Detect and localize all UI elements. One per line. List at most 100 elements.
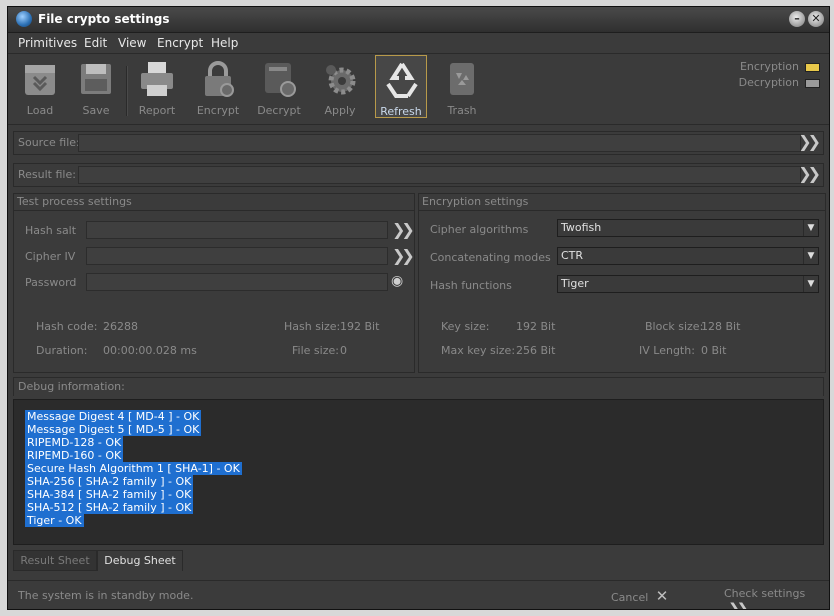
hash-functions-label: Hash functions	[430, 279, 512, 292]
test-process-panel: Test process settings Hash salt ❯❯ Ciphe…	[13, 193, 415, 373]
decryption-indicator-label: Decryption	[738, 76, 799, 89]
save-label: Save	[82, 104, 110, 117]
debug-log[interactable]: Message Digest 4 [ MD-4 ] - OK Message D…	[13, 399, 824, 545]
close-button[interactable]: ✕	[808, 11, 824, 27]
menu-view[interactable]: View	[118, 36, 146, 50]
browse-source-icon[interactable]: ❯❯	[798, 132, 821, 151]
chevron-down-icon: ▼	[803, 276, 818, 292]
apply-label: Apply	[324, 104, 356, 117]
password-label: Password	[25, 276, 77, 289]
result-file-field[interactable]	[78, 166, 801, 184]
report-button[interactable]: Report	[131, 55, 183, 118]
chevron-down-icon: ▼	[803, 220, 818, 236]
encryption-indicator-label: Encryption	[739, 60, 799, 73]
hash-functions-value: Tiger	[561, 277, 589, 290]
decryption-led-icon	[805, 78, 820, 88]
debug-line: Tiger - OK	[25, 514, 84, 527]
menu-bar: Primitives Edit View Encrypt Help	[8, 33, 829, 54]
debug-title: Debug information:	[18, 380, 125, 393]
printer-icon	[141, 62, 173, 96]
cipher-algorithms-value: Twofish	[561, 221, 602, 234]
cancel-button[interactable]: Cancel ✕	[611, 587, 668, 605]
trash-icon	[450, 63, 474, 95]
cipher-iv-next-icon[interactable]: ❯❯	[392, 246, 415, 265]
cipher-iv-label: Cipher IV	[25, 250, 76, 263]
save-button[interactable]: Save	[70, 55, 122, 118]
block-size-value: 128 Bit	[701, 320, 741, 333]
encryption-led-icon	[805, 62, 820, 72]
main-window: File crypto settings – ✕ Primitives Edit…	[7, 6, 830, 610]
close-icon: ✕	[655, 587, 669, 605]
result-file-label: Result file:	[18, 168, 76, 181]
app-logo-icon	[16, 11, 32, 27]
hash-salt-next-icon[interactable]: ❯❯	[392, 220, 415, 239]
debug-line: Message Digest 4 [ MD-4 ] - OK	[25, 410, 202, 423]
debug-line: SHA-384 [ SHA-2 family ] - OK	[25, 488, 194, 501]
max-key-size-value: 256 Bit	[516, 344, 556, 357]
cipher-algorithms-label: Cipher algorithms	[430, 223, 529, 236]
toolbar: Load Save Report Encrypt Decrypt Apply R…	[8, 54, 829, 125]
decrypt-label: Decrypt	[257, 104, 301, 117]
encrypt-label: Encrypt	[196, 104, 240, 117]
password-field[interactable]	[86, 273, 388, 291]
load-icon	[25, 65, 55, 95]
check-settings-button[interactable]: Check settings ❯❯	[724, 587, 829, 609]
encryption-indicator: Encryption	[740, 60, 820, 73]
source-file-field[interactable]	[78, 134, 801, 152]
hash-salt-field[interactable]	[86, 221, 388, 239]
load-label: Load	[26, 104, 54, 117]
toolbar-separator	[126, 66, 128, 116]
report-label: Report	[138, 104, 176, 117]
source-file-label: Source file:	[18, 136, 80, 149]
menu-encrypt[interactable]: Encrypt	[157, 36, 203, 50]
minimize-button[interactable]: –	[789, 11, 805, 27]
browse-result-icon[interactable]: ❯❯	[798, 164, 821, 183]
refresh-button[interactable]: Refresh	[375, 55, 427, 118]
encryption-settings-title: Encryption settings	[419, 194, 825, 211]
debug-line: SHA-256 [ SHA-2 family ] - OK	[25, 475, 194, 488]
device-gear-icon	[265, 63, 296, 97]
eye-icon[interactable]: ◉	[391, 273, 403, 289]
chevron-down-icon: ▼	[803, 248, 818, 264]
encrypt-button[interactable]: Encrypt	[192, 55, 244, 118]
debug-line: Secure Hash Algorithm 1 [ SHA-1] - OK	[25, 462, 242, 475]
block-size-label: Block size:	[645, 320, 704, 333]
hash-functions-select[interactable]: Tiger ▼	[557, 275, 819, 293]
sheet-tabs: Result Sheet Debug Sheet	[13, 550, 824, 572]
status-message: The system is in standby mode.	[18, 589, 194, 602]
iv-length-label: IV Length:	[639, 344, 695, 357]
refresh-label: Refresh	[380, 105, 422, 118]
cipher-iv-field[interactable]	[86, 247, 388, 265]
gear-icon	[326, 65, 356, 95]
debug-line: SHA-512 [ SHA-2 family ] - OK	[25, 501, 194, 514]
tab-result-sheet[interactable]: Result Sheet	[13, 550, 97, 571]
max-key-size-label: Max key size:	[441, 344, 516, 357]
trash-button[interactable]: Trash	[436, 55, 488, 118]
hash-salt-label: Hash salt	[25, 224, 77, 237]
debug-header: Debug information:	[13, 377, 824, 396]
apply-button[interactable]: Apply	[314, 55, 366, 118]
hash-size-label: Hash size:	[284, 320, 341, 333]
duration-label: Duration:	[36, 344, 88, 357]
recycle-icon	[386, 62, 418, 98]
menu-edit[interactable]: Edit	[84, 36, 107, 50]
result-file-row: Result file: ❯❯	[13, 163, 824, 187]
cipher-algorithms-select[interactable]: Twofish ▼	[557, 219, 819, 237]
menu-help[interactable]: Help	[211, 36, 238, 50]
source-file-row: Source file: ❯❯	[13, 131, 824, 155]
decrypt-button[interactable]: Decrypt	[253, 55, 305, 118]
tab-debug-sheet[interactable]: Debug Sheet	[97, 550, 183, 571]
menu-primitives[interactable]: Primitives	[18, 36, 77, 50]
file-size-label: File size:	[292, 344, 339, 357]
hash-code-value: 26288	[103, 320, 138, 333]
test-process-title: Test process settings	[14, 194, 414, 211]
save-icon	[81, 64, 111, 94]
key-size-value: 192 Bit	[516, 320, 556, 333]
cancel-label: Cancel	[611, 591, 649, 604]
load-button[interactable]: Load	[14, 55, 66, 118]
key-size-label: Key size:	[441, 320, 490, 333]
concatenating-modes-select[interactable]: CTR ▼	[557, 247, 819, 265]
iv-length-value: 0 Bit	[701, 344, 727, 357]
file-size-value: 0	[340, 344, 347, 357]
hash-code-label: Hash code:	[36, 320, 98, 333]
